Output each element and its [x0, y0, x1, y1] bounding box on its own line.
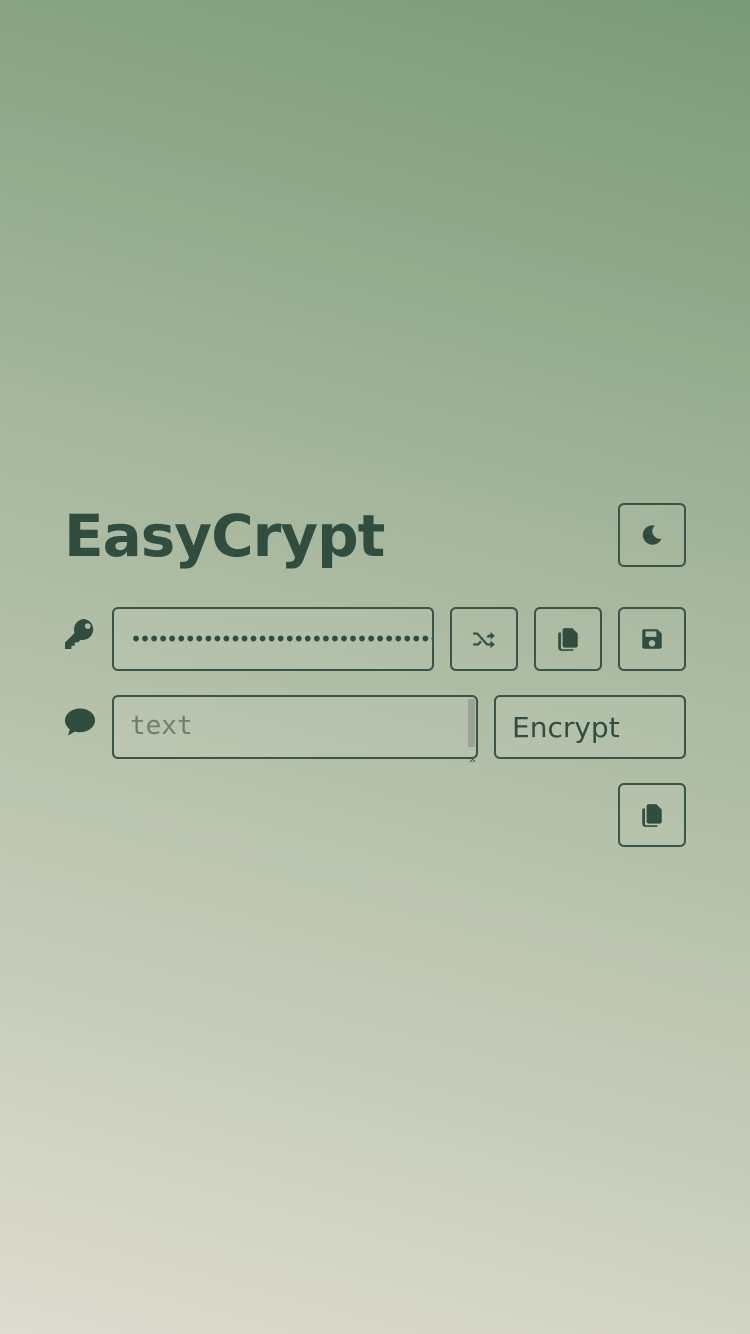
save-icon	[642, 629, 662, 649]
save-key-button[interactable]	[618, 607, 686, 671]
moon-icon	[642, 525, 662, 545]
copy-icon	[642, 804, 662, 827]
message-scrollbar[interactable]	[468, 699, 475, 747]
key-input[interactable]: ••••••••••••••••••••••••••••••••••	[112, 607, 434, 671]
speech-bubble-icon	[62, 704, 98, 740]
app-title: EasyCrypt	[64, 502, 385, 570]
copy-key-button[interactable]	[534, 607, 602, 671]
key-icon	[62, 616, 98, 652]
copy-icon	[558, 628, 578, 651]
mode-select[interactable]: Encrypt	[494, 695, 686, 759]
message-input[interactable]	[112, 695, 478, 759]
theme-toggle-button[interactable]	[618, 503, 686, 567]
shuffle-button[interactable]	[450, 607, 518, 671]
resize-handle[interactable]	[468, 748, 476, 763]
copy-output-button[interactable]	[618, 783, 686, 847]
shuffle-icon	[473, 631, 495, 649]
